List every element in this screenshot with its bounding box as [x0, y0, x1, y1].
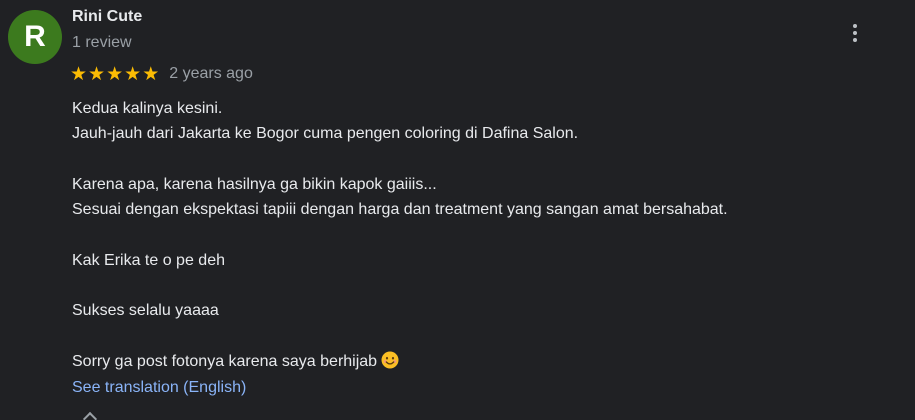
review-text-line: Sukses selalu yaaaa: [72, 302, 219, 320]
star-icon: ★: [142, 63, 160, 85]
more-vertical-icon[interactable]: [840, 18, 870, 48]
chevron-up-icon[interactable]: [82, 411, 98, 420]
review-count[interactable]: 1 review: [72, 34, 132, 52]
review-text-line: Kedua kalinya kesini.: [72, 100, 223, 117]
smiling-face-icon: [381, 351, 399, 377]
avatar[interactable]: R: [8, 10, 62, 64]
rating-row: ★ ★ ★ ★ ★ 2 years ago: [70, 63, 253, 85]
review-text-line: [72, 147, 728, 172]
review-age: 2 years ago: [169, 65, 253, 82]
see-translation-link[interactable]: See translation (English): [72, 379, 246, 397]
star-rating: ★ ★ ★ ★ ★: [70, 65, 159, 84]
review-text-line: [72, 273, 728, 298]
more-dot: [853, 31, 857, 35]
star-icon: ★: [124, 63, 142, 85]
review-text-line: Kak Erika te o pe deh: [72, 251, 225, 269]
star-icon: ★: [70, 63, 88, 85]
more-dot: [853, 24, 857, 28]
review-text-line: Karena apa, karena hasilnya ga bikin kap…: [72, 175, 437, 193]
review-text-line: Sorry ga post fotonya karena saya berhij…: [72, 349, 728, 374]
review-text-line: Jauh-jauh dari Jakarta ke Bogor cuma pen…: [72, 125, 579, 143]
star-icon: ★: [106, 63, 124, 85]
review-text-line: Sesuai dengan ekspektasi tapiii dengan h…: [72, 201, 728, 219]
review-text-line: [72, 324, 728, 349]
star-icon: ★: [88, 63, 106, 85]
more-dot: [853, 38, 857, 42]
review-text: Kedua kalinya kesini. Jauh-jauh dari Jaka…: [72, 96, 728, 374]
author-name[interactable]: Rini Cute: [72, 8, 142, 26]
review-text-line: [72, 222, 728, 247]
review-card: R Rini Cute 1 review ★ ★ ★ ★ ★ 2 years ago K…: [0, 0, 915, 420]
